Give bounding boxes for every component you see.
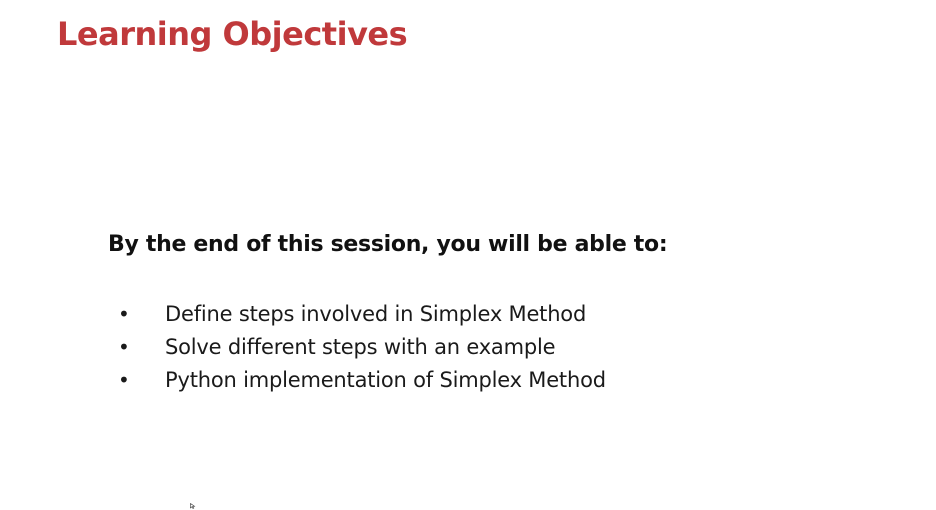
- objective-text: Solve different steps with an example: [165, 335, 556, 359]
- mouse-pointer-icon: [190, 503, 196, 509]
- objective-text: Define steps involved in Simplex Method: [165, 302, 587, 326]
- intro-text: By the end of this session, you will be …: [108, 232, 668, 257]
- slide: Learning Objectives By the end of this s…: [0, 0, 936, 510]
- slide-title: Learning Objectives: [57, 15, 408, 53]
- objective-text: Python implementation of Simplex Method: [165, 368, 606, 392]
- bullet-icon: •: [118, 368, 130, 392]
- bullet-icon: •: [118, 302, 130, 326]
- bullet-icon: •: [118, 335, 130, 359]
